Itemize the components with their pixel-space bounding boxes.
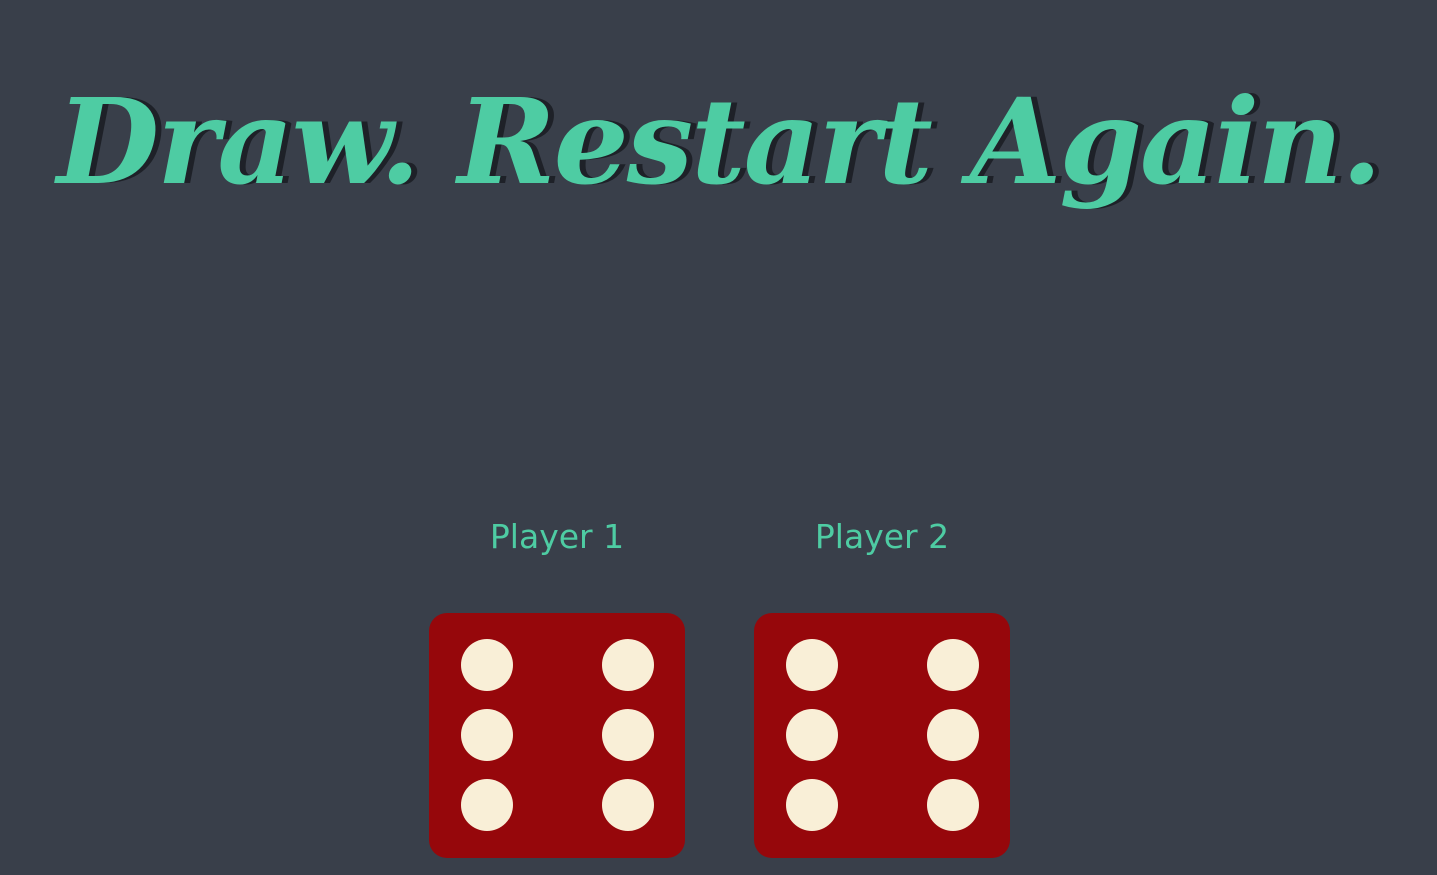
player-1-label: Player 1 <box>489 517 625 556</box>
player-2-die <box>754 613 1010 858</box>
die-pip <box>602 779 654 831</box>
die-pip <box>461 639 513 691</box>
die-pip <box>786 709 838 761</box>
die-pip <box>927 639 979 691</box>
die-pip <box>461 709 513 761</box>
player-2-label: Player 2 <box>814 517 950 556</box>
die-pip <box>461 779 513 831</box>
die-pip <box>602 639 654 691</box>
player-1-die <box>429 613 685 858</box>
die-pip <box>786 639 838 691</box>
die-pip <box>927 779 979 831</box>
result-title: Draw. Restart Again. <box>56 72 1382 211</box>
die-pip <box>927 709 979 761</box>
player-2-panel: Player 2 <box>732 512 1032 562</box>
player-1-panel: Player 1 <box>407 512 707 562</box>
game-screen: Draw. Restart Again. Player 1 Player 2 <box>0 0 1437 875</box>
die-pip <box>602 709 654 761</box>
die-pip <box>786 779 838 831</box>
